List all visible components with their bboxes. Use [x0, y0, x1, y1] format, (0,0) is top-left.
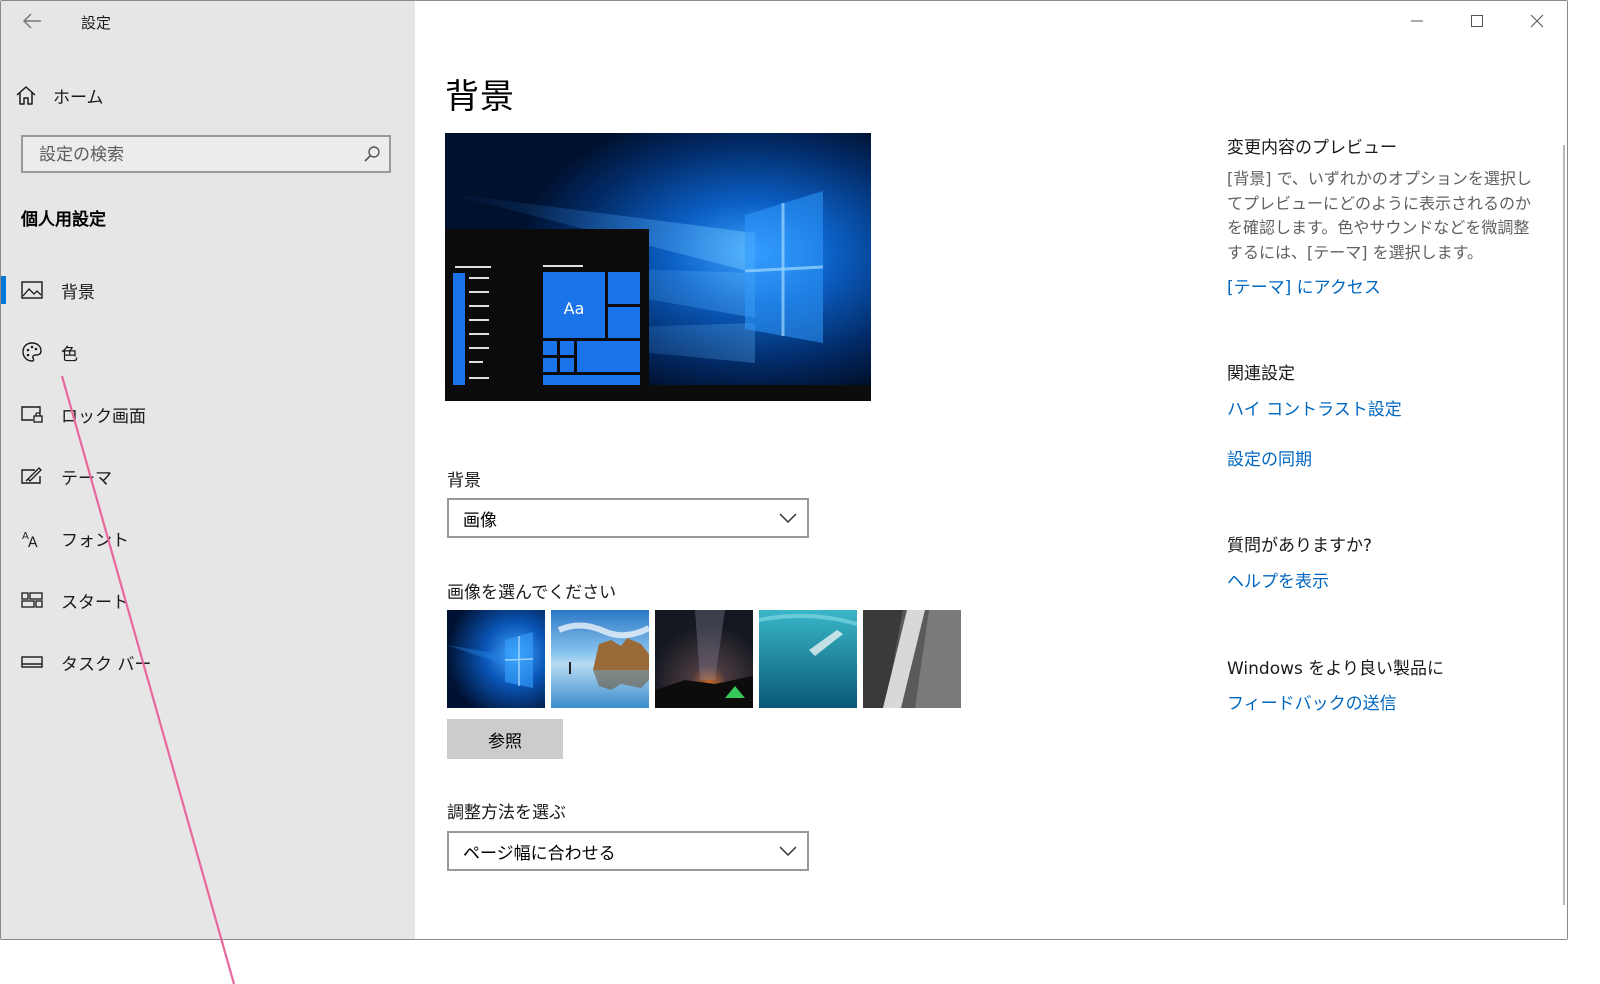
search-icon[interactable] — [363, 145, 381, 163]
sidebar-item-label: スタート — [61, 592, 129, 613]
preview-description: [背景] で、いずれかのオプションを選択してプレビューにどのように表示されるのか… — [1227, 169, 1532, 262]
sidebar-item-label: ロック画面 — [61, 406, 146, 427]
high-contrast-link[interactable]: ハイ コントラスト設定 — [1227, 395, 1402, 420]
fit-value: ページ幅に合わせる — [463, 843, 616, 864]
chevron-down-icon — [779, 513, 797, 524]
personalization-nav: 背景 色 ロック画面 テーマ A A フォント スタート タスク バー — [1, 259, 415, 693]
page-title: 背景 — [445, 77, 515, 117]
related-settings-heading: 関連設定 — [1227, 364, 1295, 384]
image-thumbnails — [447, 610, 961, 708]
fit-dropdown[interactable]: ページ幅に合わせる — [447, 831, 809, 871]
sidebar-item-label: テーマ — [61, 468, 112, 489]
section-title: 個人用設定 — [21, 210, 106, 230]
svg-text:A: A — [28, 535, 38, 548]
windows-feedback-heading: Windows をより良い製品に — [1227, 659, 1444, 679]
title-bar: 設定 — [1, 1, 415, 41]
close-icon — [1530, 14, 1544, 28]
sidebar: 設定 ホーム 個人用設定 背景 — [1, 1, 415, 939]
home-icon — [16, 86, 36, 105]
font-icon: AA — [21, 527, 43, 549]
lock-screen-icon — [21, 403, 43, 425]
background-type-dropdown[interactable]: 画像 — [447, 498, 809, 538]
search-input[interactable] — [37, 137, 361, 173]
desktop-preview: Aa — [445, 133, 871, 401]
search-box[interactable] — [21, 135, 391, 173]
background-label: 背景 — [447, 471, 481, 491]
home-nav-item[interactable]: ホーム — [15, 77, 104, 113]
scrollbar[interactable] — [1563, 145, 1565, 905]
minimize-icon — [1411, 20, 1423, 22]
sidebar-item-background[interactable]: 背景 — [1, 259, 415, 321]
background-type-value: 画像 — [463, 510, 497, 531]
app-title: 設定 — [81, 14, 112, 32]
thumbnail-underwater-swimmer[interactable] — [759, 610, 857, 708]
sidebar-item-taskbar[interactable]: タスク バー — [1, 631, 415, 693]
window-controls — [1387, 1, 1567, 41]
preview-heading: 変更内容のプレビュー — [1227, 138, 1397, 158]
sidebar-item-label: タスク バー — [61, 654, 152, 675]
start-icon — [21, 589, 43, 611]
back-arrow-icon — [22, 13, 41, 29]
themes-link[interactable]: [テーマ] にアクセス — [1227, 273, 1381, 298]
sync-settings-link[interactable]: 設定の同期 — [1227, 445, 1312, 470]
minimize-button[interactable] — [1387, 1, 1447, 41]
sidebar-item-theme[interactable]: テーマ — [1, 445, 415, 507]
back-button[interactable] — [15, 7, 49, 35]
sidebar-item-lock-screen[interactable]: ロック画面 — [1, 383, 415, 445]
preview-sample-text: Aa — [564, 299, 585, 318]
sidebar-item-start[interactable]: スタート — [1, 569, 415, 631]
picture-icon — [21, 279, 43, 301]
sidebar-item-label: 背景 — [61, 282, 95, 303]
main-content: 背景 Aa 背景 画像 画像を選んでください 参照 調整方法を選ぶ ページ幅に合… — [415, 1, 1567, 939]
sidebar-item-color[interactable]: 色 — [1, 321, 415, 383]
thumbnail-night-sky[interactable] — [655, 610, 753, 708]
sidebar-item-fonts[interactable]: AA フォント — [1, 507, 415, 569]
question-heading: 質問がありますか? — [1227, 536, 1373, 556]
maximize-button[interactable] — [1447, 1, 1507, 41]
thumbnail-windows-hero[interactable] — [447, 610, 545, 708]
feedback-link[interactable]: フィードバックの送信 — [1227, 689, 1397, 714]
thumbnail-beach-rocks[interactable] — [551, 610, 649, 708]
maximize-icon — [1471, 15, 1483, 27]
taskbar-icon — [21, 651, 43, 673]
close-button[interactable] — [1507, 1, 1567, 41]
browse-button[interactable]: 参照 — [447, 719, 563, 759]
sidebar-item-label: フォント — [61, 530, 129, 551]
fit-label: 調整方法を選ぶ — [447, 803, 566, 823]
thumbnail-rock-cliff[interactable] — [863, 610, 961, 708]
home-label: ホーム — [53, 87, 104, 108]
sidebar-item-label: 色 — [61, 344, 78, 365]
settings-window: 設定 ホーム 個人用設定 背景 — [0, 0, 1568, 940]
palette-icon — [21, 341, 43, 363]
choose-image-label: 画像を選んでください — [447, 583, 617, 603]
help-link[interactable]: ヘルプを表示 — [1227, 567, 1329, 592]
desktop-preview-image: Aa — [445, 133, 871, 401]
theme-icon — [21, 465, 43, 487]
chevron-down-icon — [779, 846, 797, 857]
